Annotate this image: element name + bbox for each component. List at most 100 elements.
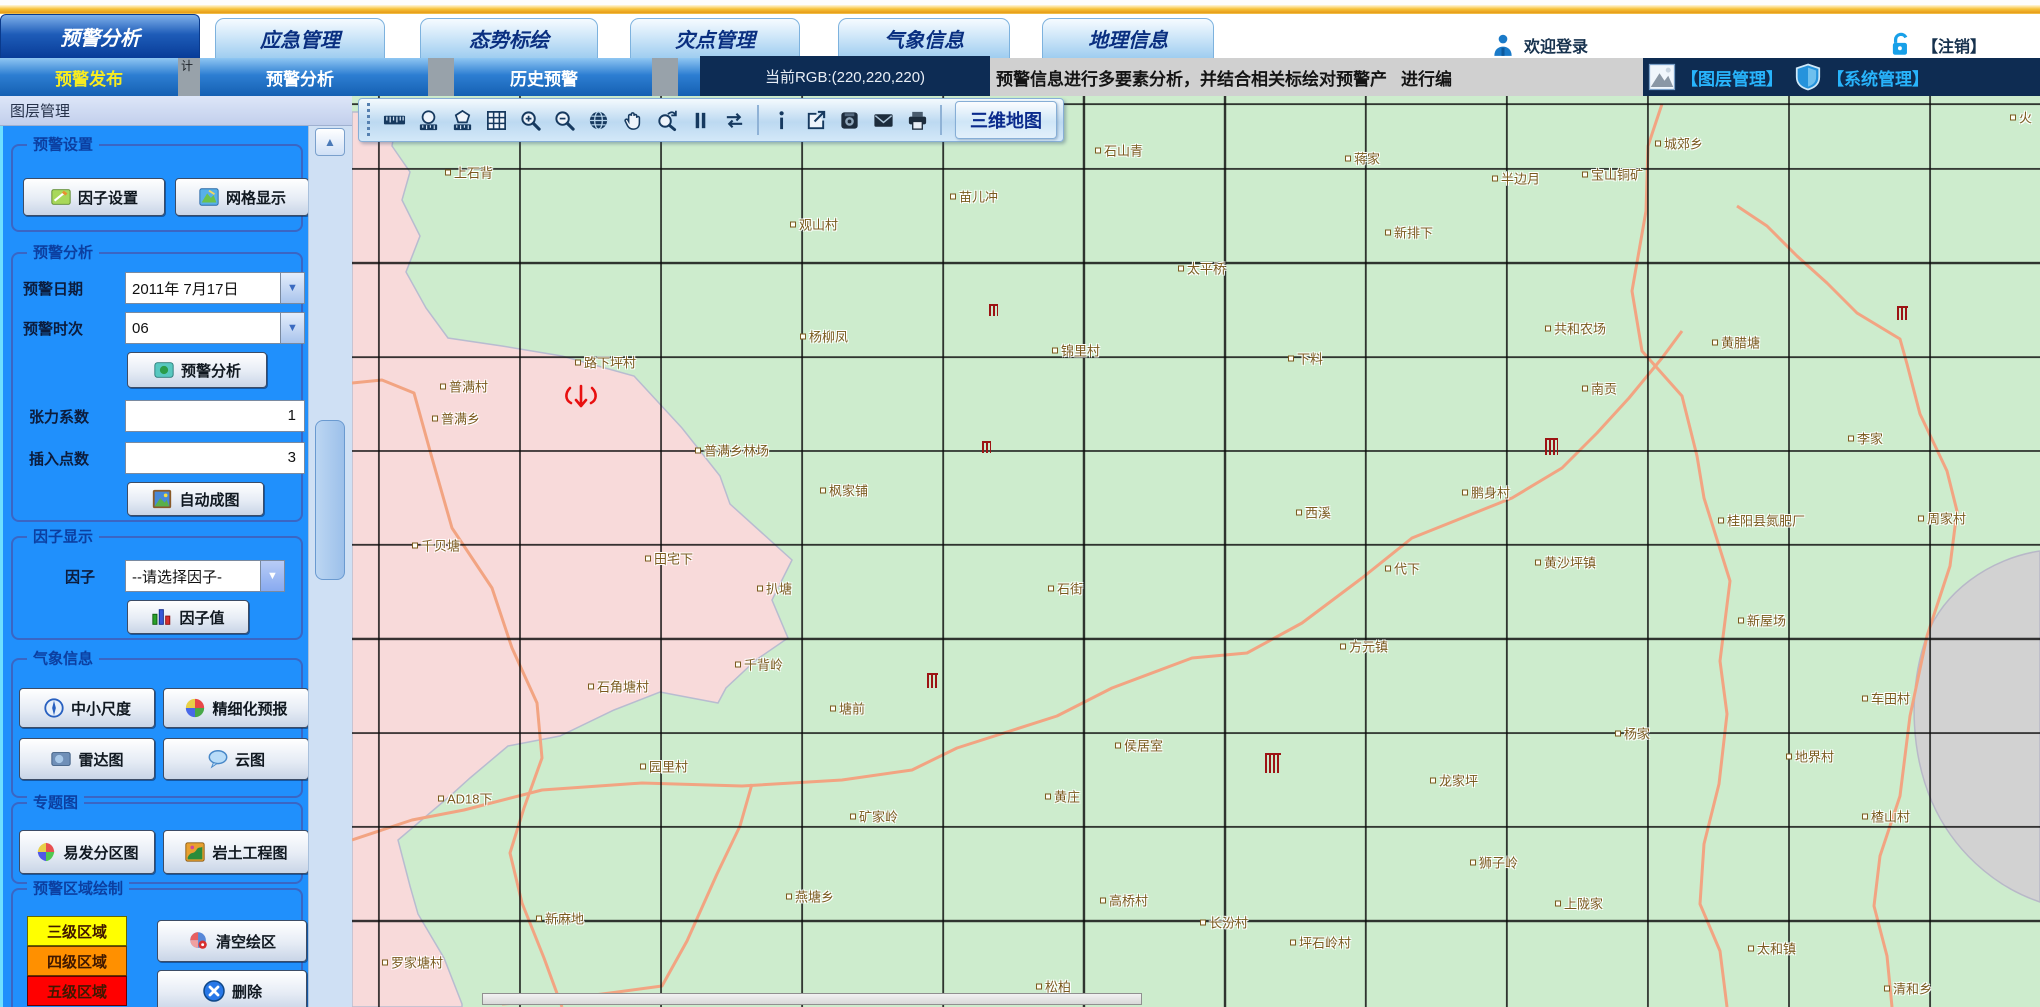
shield-icon [1793, 62, 1823, 92]
zoom-in-tool-button[interactable] [515, 104, 546, 136]
main-tab-weather-info[interactable]: 气象信息 [838, 18, 1010, 58]
map-viewport[interactable]: 上石背观山村苗儿冲石山青蒋家半边月宝山铜矿城郊乡火新排下太平桥杨柳凤锦里村下料共… [352, 96, 2040, 1007]
place-marker-icon [1862, 695, 1868, 701]
delete-button[interactable]: 删除 [157, 970, 307, 1007]
map-place-label: 代下 [1385, 559, 1420, 578]
toolbar-grip[interactable] [365, 103, 372, 137]
radar-map-button[interactable]: 雷达图 [19, 738, 155, 780]
place-name: 火 [2019, 108, 2032, 127]
geotech-map-button[interactable]: 岩土工程图 [163, 830, 308, 874]
sidebar-scrollbar[interactable]: ▲ [308, 126, 352, 1007]
place-marker-icon [1582, 385, 1588, 391]
clear-draw-region-button[interactable]: 清空绘区 [157, 920, 307, 962]
map-horizontal-scrollbar[interactable] [482, 993, 1142, 1005]
measure-circle-tool-button[interactable] [413, 104, 444, 136]
map-3d-button[interactable]: 三维地图 [955, 101, 1057, 139]
zoom-previous-tool-button[interactable] [651, 104, 682, 136]
meso-scale-button[interactable]: 中小尺度 [19, 688, 155, 728]
place-name: 太平桥 [1187, 259, 1226, 278]
place-name: 侯居室 [1124, 736, 1163, 755]
save-image-tool-button[interactable] [834, 104, 865, 136]
logout-button[interactable]: 【注销】 [1888, 32, 1986, 58]
map-place-label: 杨柳凤 [800, 327, 848, 346]
warning-analyze-button[interactable]: 预警分析 [127, 352, 267, 388]
main-tab-situation-plot[interactable]: 态势标绘 [420, 18, 598, 58]
system-manage-button[interactable]: 【系统管理】 [1793, 62, 1929, 92]
mail-tool-button[interactable] [868, 104, 899, 136]
grid-display-button[interactable]: 网格显示 [175, 178, 308, 216]
cloud-icon [207, 748, 229, 770]
place-name: 锦里村 [1061, 341, 1100, 360]
fine-forecast-button[interactable]: 精细化预报 [163, 688, 308, 728]
place-name: 下料 [1297, 349, 1323, 368]
subnav-tab-history-warning[interactable]: 历史预警 [454, 58, 634, 96]
map-place-label: 苗儿冲 [950, 187, 998, 206]
place-name: 石角塘村 [597, 677, 649, 696]
main-tab-disaster-point-manage[interactable]: 灾点管理 [630, 18, 800, 58]
place-name: 桂阳县氮肥厂 [1727, 511, 1805, 530]
warning-level-chip-3[interactable]: 三级区域 [27, 916, 127, 946]
place-name: 车田村 [1871, 689, 1910, 708]
export-tool-button[interactable] [800, 104, 831, 136]
place-name: 坪石岭村 [1299, 933, 1351, 952]
place-name: 龙家坪 [1439, 771, 1478, 790]
factor-select[interactable]: --请选择因子- ▼ [125, 560, 285, 592]
auto-map-button[interactable]: 自动成图 [127, 482, 264, 516]
scroll-thumb[interactable] [315, 420, 345, 580]
place-name: 狮子岭 [1479, 853, 1518, 872]
place-name: 太和镇 [1757, 939, 1796, 958]
pan-hand-tool-button[interactable] [617, 104, 648, 136]
clear-region-icon [188, 930, 210, 952]
place-marker-icon [1052, 347, 1058, 353]
place-name: 长汾村 [1209, 913, 1248, 932]
chevron-down-icon[interactable]: ▼ [280, 273, 304, 303]
warning-level-chip-5[interactable]: 五级区域 [27, 976, 127, 1006]
map-place-label: 李家 [1848, 429, 1883, 448]
main-tab-emergency-manage[interactable]: 应急管理 [215, 18, 385, 58]
place-marker-icon [830, 705, 836, 711]
warning-time-combo[interactable]: 06 ▼ [125, 312, 305, 344]
tension-input[interactable]: 1 [125, 400, 305, 432]
main-tab-geo-info[interactable]: 地理信息 [1042, 18, 1214, 58]
place-name: 清和乡 [1893, 979, 1932, 998]
place-name: 上石背 [454, 163, 493, 182]
susceptibility-zone-map-button[interactable]: 易发分区图 [19, 830, 155, 874]
map-place-label: 方元镇 [1340, 637, 1388, 656]
place-name: 半边月 [1501, 169, 1540, 188]
layer-manage-button[interactable]: 【图层管理】 [1647, 62, 1783, 92]
grid-tool-button[interactable] [481, 104, 512, 136]
subnav-tab-warning-analysis[interactable]: 预警分析 [210, 58, 390, 96]
place-name: 周家村 [1927, 509, 1966, 528]
zoom-out-tool-button[interactable] [549, 104, 580, 136]
identify-tool-button[interactable] [766, 104, 797, 136]
disaster-point-symbol [1897, 306, 1908, 320]
factor-value-button[interactable]: 因子值 [127, 600, 249, 634]
place-marker-icon [1848, 435, 1854, 441]
cloud-map-button[interactable]: 云图 [163, 738, 308, 780]
measure-distance-tool-button[interactable] [379, 104, 410, 136]
swap-icon [723, 109, 746, 132]
map-place-label: 燕塘乡 [786, 887, 834, 906]
pause-tool-button[interactable] [685, 104, 716, 136]
warning-date-combo[interactable]: 2011年 7月17日 ▼ [125, 272, 305, 304]
insert-points-input[interactable]: 3 [125, 442, 305, 474]
app-window: 预警分析应急管理态势标绘灾点管理气象信息地理信息 欢迎登录 【注销】 预警发布 … [0, 0, 2040, 1007]
scroll-up-button[interactable]: ▲ [315, 128, 345, 156]
measure-polygon-tool-button[interactable] [447, 104, 478, 136]
main-tab-warning-analysis[interactable]: 预警分析 [0, 14, 200, 58]
place-marker-icon [536, 915, 542, 921]
warning-level-chip-4[interactable]: 四级区域 [27, 946, 127, 976]
place-marker-icon [1430, 777, 1436, 783]
chevron-down-icon[interactable]: ▼ [260, 561, 284, 591]
welcome-login[interactable]: 欢迎登录 [1490, 32, 1588, 58]
globe-tool-button[interactable] [583, 104, 614, 136]
place-name: 扒塘 [766, 579, 792, 598]
subnav-tab-warning-publish[interactable]: 预警发布 [0, 58, 178, 96]
factor-settings-button[interactable]: 因子设置 [23, 178, 165, 216]
print-tool-button[interactable] [902, 104, 933, 136]
chevron-down-icon[interactable]: ▼ [280, 313, 304, 343]
identify-icon [770, 109, 793, 132]
map-place-label: 塘前 [830, 699, 865, 718]
place-marker-icon [645, 555, 651, 561]
swap-tool-button[interactable] [719, 104, 750, 136]
